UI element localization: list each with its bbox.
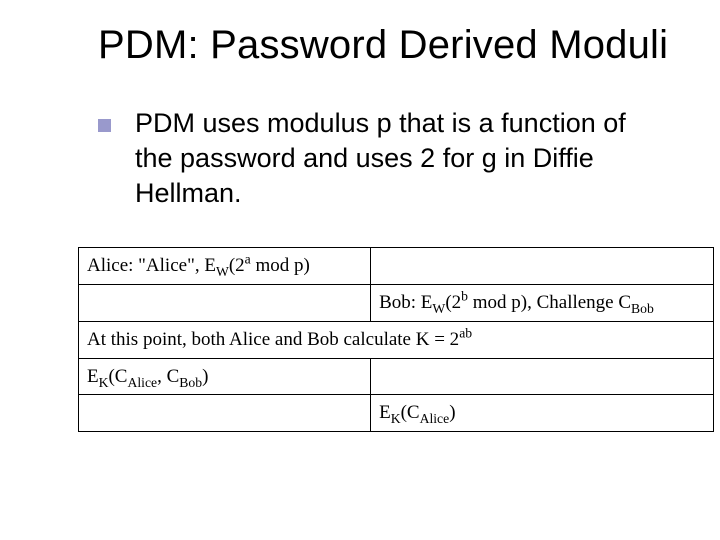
table-row: At this point, both Alice and Bob calcul… <box>79 321 714 358</box>
table-row: Alice: "Alice", EW(2a mod p) <box>79 248 714 285</box>
slide-title: PDM: Password Derived Moduli <box>98 22 682 68</box>
cell-empty <box>371 248 714 285</box>
cell-alice-msg1: Alice: "Alice", EW(2a mod p) <box>79 248 371 285</box>
table-row: Bob: EW(2b mod p), Challenge CBob <box>79 285 714 322</box>
table-row: EK(CAlice, CBob) <box>79 358 714 395</box>
cell-alice-msg2: EK(CAlice, CBob) <box>79 358 371 395</box>
table-row: EK(CAlice) <box>79 395 714 432</box>
cell-bob-msg1: Bob: EW(2b mod p), Challenge CBob <box>371 285 714 322</box>
slide: PDM: Password Derived Moduli PDM uses mo… <box>0 0 720 540</box>
cell-bob-msg2: EK(CAlice) <box>371 395 714 432</box>
cell-empty <box>79 285 371 322</box>
square-bullet-icon <box>98 119 111 132</box>
protocol-table: Alice: "Alice", EW(2a mod p) Bob: EW(2b … <box>78 247 714 432</box>
cell-key-derivation: At this point, both Alice and Bob calcul… <box>79 321 714 358</box>
bullet-text: PDM uses modulus p that is a function of… <box>135 106 662 211</box>
cell-empty <box>79 395 371 432</box>
cell-empty <box>371 358 714 395</box>
bullet-item: PDM uses modulus p that is a function of… <box>98 106 662 211</box>
